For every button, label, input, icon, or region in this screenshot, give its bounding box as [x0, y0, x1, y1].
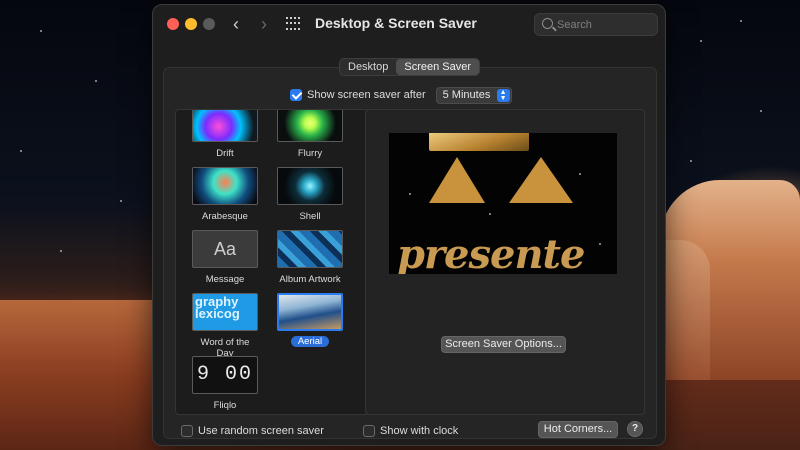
- screen-saver-item[interactable]: Album Artwork: [277, 230, 343, 285]
- album-artwork-thumbnail: [277, 230, 343, 268]
- screen-saver-name: Arabesque: [202, 211, 248, 222]
- show-all-grid-icon[interactable]: [286, 17, 302, 31]
- flurry-thumbnail: [277, 110, 343, 142]
- show-after-label: Show screen saver after: [307, 89, 426, 101]
- screen-saver-name: Aerial: [290, 336, 330, 347]
- aerial-thumbnail: [277, 293, 343, 331]
- forward-chevron-icon[interactable]: ›: [253, 13, 275, 35]
- screen-saver-item-selected[interactable]: Aerial: [277, 293, 343, 349]
- tab-desktop[interactable]: Desktop: [340, 59, 396, 75]
- desert-ground: [0, 300, 160, 450]
- screen-saver-name: Fliqlo: [213, 400, 237, 411]
- arabesque-thumbnail: [192, 167, 258, 205]
- show-with-clock-row: Show with clock: [363, 423, 458, 439]
- screen-saver-item[interactable]: Aa Message: [192, 230, 258, 285]
- hot-corners-button[interactable]: Hot Corners...: [538, 421, 618, 438]
- search-icon: [542, 18, 553, 29]
- screen-saver-preview: presente: [389, 133, 617, 274]
- screen-saver-name: Drift: [216, 148, 234, 159]
- show-with-clock-label: Show with clock: [380, 425, 459, 437]
- title-bar: ‹ › Desktop & Screen Saver: [153, 5, 665, 43]
- fliqlo-thumbnail: 9 00: [192, 356, 258, 394]
- tab-bar: Desktop Screen Saver: [339, 58, 481, 76]
- screen-saver-item[interactable]: Flurry: [277, 110, 343, 159]
- show-after-row: Show screen saver after 5 Minutes ▲ ▼: [290, 86, 512, 104]
- screen-saver-name: Flurry: [297, 148, 323, 159]
- system-preferences-window: ‹ › Desktop & Screen Saver Desktop Scree…: [152, 4, 666, 446]
- shell-thumbnail: [277, 167, 343, 205]
- screen-saver-item[interactable]: graphy lexicog Word of the Day: [192, 293, 258, 359]
- popup-arrows-icon: ▲ ▼: [496, 88, 510, 102]
- random-screen-saver-checkbox[interactable]: [181, 425, 193, 437]
- search-input[interactable]: [557, 17, 653, 33]
- help-button[interactable]: ?: [627, 421, 643, 437]
- close-button[interactable]: [167, 18, 179, 30]
- message-thumbnail: Aa: [192, 230, 258, 268]
- preview-gold-letters: [429, 133, 529, 151]
- minimize-button[interactable]: [185, 18, 197, 30]
- drift-thumbnail: [192, 110, 258, 142]
- delay-value: 5 Minutes: [442, 88, 491, 101]
- screen-saver-name: Shell: [299, 211, 321, 222]
- tab-screen-saver[interactable]: Screen Saver: [396, 59, 480, 75]
- search-field[interactable]: [534, 13, 658, 36]
- zoom-button[interactable]: [203, 18, 215, 30]
- show-after-checkbox[interactable]: [290, 89, 302, 101]
- screen-saver-list[interactable]: Drift Flurry Arabesque Shell Aa Message …: [175, 109, 369, 415]
- screen-saver-item[interactable]: Shell: [277, 167, 343, 222]
- screen-saver-item[interactable]: 9 00 Fliqlo: [192, 356, 258, 411]
- screen-saver-name: Album Artwork: [279, 274, 341, 285]
- screen-saver-item[interactable]: Arabesque: [192, 167, 258, 222]
- word-of-the-day-thumbnail: graphy lexicog: [192, 293, 258, 331]
- delay-popup-button[interactable]: 5 Minutes ▲ ▼: [435, 86, 512, 104]
- screen-saver-name: Message: [205, 274, 245, 285]
- window-title: Desktop & Screen Saver: [315, 15, 477, 31]
- preview-gold-triangle: [429, 157, 485, 203]
- random-screen-saver-label: Use random screen saver: [198, 425, 324, 437]
- preview-gold-triangle: [509, 157, 573, 203]
- screen-saver-item[interactable]: Drift: [192, 110, 258, 159]
- screen-saver-options-button[interactable]: Screen Saver Options...: [441, 336, 566, 353]
- preview-script-text: presente: [397, 231, 585, 274]
- back-chevron-icon[interactable]: ‹: [225, 13, 247, 35]
- random-screen-saver-row: Use random screen saver: [181, 423, 324, 439]
- show-with-clock-checkbox[interactable]: [363, 425, 375, 437]
